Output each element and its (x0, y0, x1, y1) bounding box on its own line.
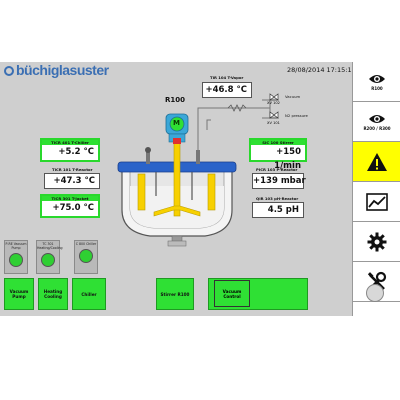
sidebar-item-alarms[interactable] (353, 142, 400, 182)
pressure-label: PICR 103 P-Reactor (256, 167, 298, 172)
heater-right (207, 173, 216, 211)
motor-letter: M (173, 119, 180, 127)
valve-vacuum-icon (268, 93, 280, 101)
indicator-chiller-label: C 800 Chiller (75, 242, 97, 246)
valve-n2-icon (268, 111, 280, 119)
sidebar-nav: R100 R200 / R300 (352, 62, 400, 316)
indicator-vacuum-pump-label: P-RE Vacuum Pump (5, 242, 27, 250)
sidebar-item-r200-r300[interactable]: R200 / R300 (353, 102, 400, 142)
nozzle-right (196, 150, 200, 164)
valve2-tag: XV 101 (267, 121, 280, 125)
sidebar-item-r100-label: R100 (371, 85, 383, 91)
indicator-vacuum-pump-lamp (9, 253, 23, 267)
warning-icon (367, 152, 387, 171)
nozzle-left-cap (145, 147, 151, 153)
gear-icon (367, 232, 387, 251)
datetime: 28/08/2014 17:15:19 (287, 66, 356, 74)
sidebar-item-trends[interactable] (353, 182, 400, 222)
chiller-temp-value: +5.2 °C (58, 147, 94, 157)
indicator-chiller: C 800 Chiller (74, 240, 98, 274)
pressure-value[interactable]: +139 mbar (252, 173, 306, 189)
vapor-pipe (206, 119, 211, 130)
heater-left (137, 173, 146, 211)
eye-icon (369, 114, 385, 123)
vacuum-control-button[interactable]: Vacuum Control (214, 280, 250, 307)
indicator-chiller-lamp (79, 249, 93, 263)
valve-n2-label: N2 pressure (285, 113, 308, 118)
valve1-tag: XV 102 (267, 101, 280, 105)
chiller-temp-card[interactable]: TICR 401 T-Chiller +5.2 °C (40, 138, 100, 162)
jacket-temp-value: +75.0 °C (52, 203, 94, 213)
logo-icon (4, 66, 14, 76)
eye-icon (369, 74, 385, 83)
jacket-temp-card[interactable]: TICR 301 T-Jacket +75.0 °C (40, 194, 100, 218)
bottom-valve (167, 240, 187, 247)
stirrer-speed-card[interactable]: SIC 100 Stirrer +150 1/min (249, 138, 307, 171)
heating-cooling-button[interactable]: Heating Cooling (38, 278, 68, 310)
home-circle-button[interactable] (366, 284, 384, 302)
sidebar-item-settings[interactable] (353, 222, 400, 262)
indicator-heating-cooling-label: TC 301 Heating/Cooling (37, 242, 63, 250)
indicator-heating-cooling: TC 301 Heating/Cooling (36, 240, 63, 274)
reactor-temp-label: TICR 101 T-Reactor (52, 167, 93, 172)
vacuum-pump-button[interactable]: Vacuum Pump (4, 278, 34, 310)
indicator-heating-cooling-lamp (41, 253, 55, 267)
valve-vacuum-label: Vacuum (285, 94, 301, 99)
sidebar-item-r100[interactable]: R100 (353, 62, 400, 102)
stirrer-button[interactable]: Stirrer R100 (156, 278, 194, 310)
indicator-vacuum-pump: P-RE Vacuum Pump (4, 240, 28, 274)
ph-label: QIR 103 pH-Reactor (256, 196, 299, 201)
reactor-temp-value[interactable]: +47.3 °C (44, 173, 100, 189)
trend-chart-icon (366, 192, 388, 211)
chiller-button[interactable]: Chiller (72, 278, 106, 310)
ph-value[interactable]: 4.5 pH (252, 202, 304, 218)
company-logo: büchiglasuster (4, 62, 109, 78)
stirrer-shaft (173, 139, 181, 217)
valve-group (262, 93, 280, 119)
vapor-temp-value[interactable]: +46.8 °C (202, 82, 252, 98)
motor-status-light (173, 138, 181, 144)
logo-text: büchiglasuster (16, 62, 109, 78)
vapor-temp-label: TIR 104 T-Vapor (210, 75, 244, 80)
sidebar-item-r200-r300-label: R200 / R300 (363, 125, 391, 131)
